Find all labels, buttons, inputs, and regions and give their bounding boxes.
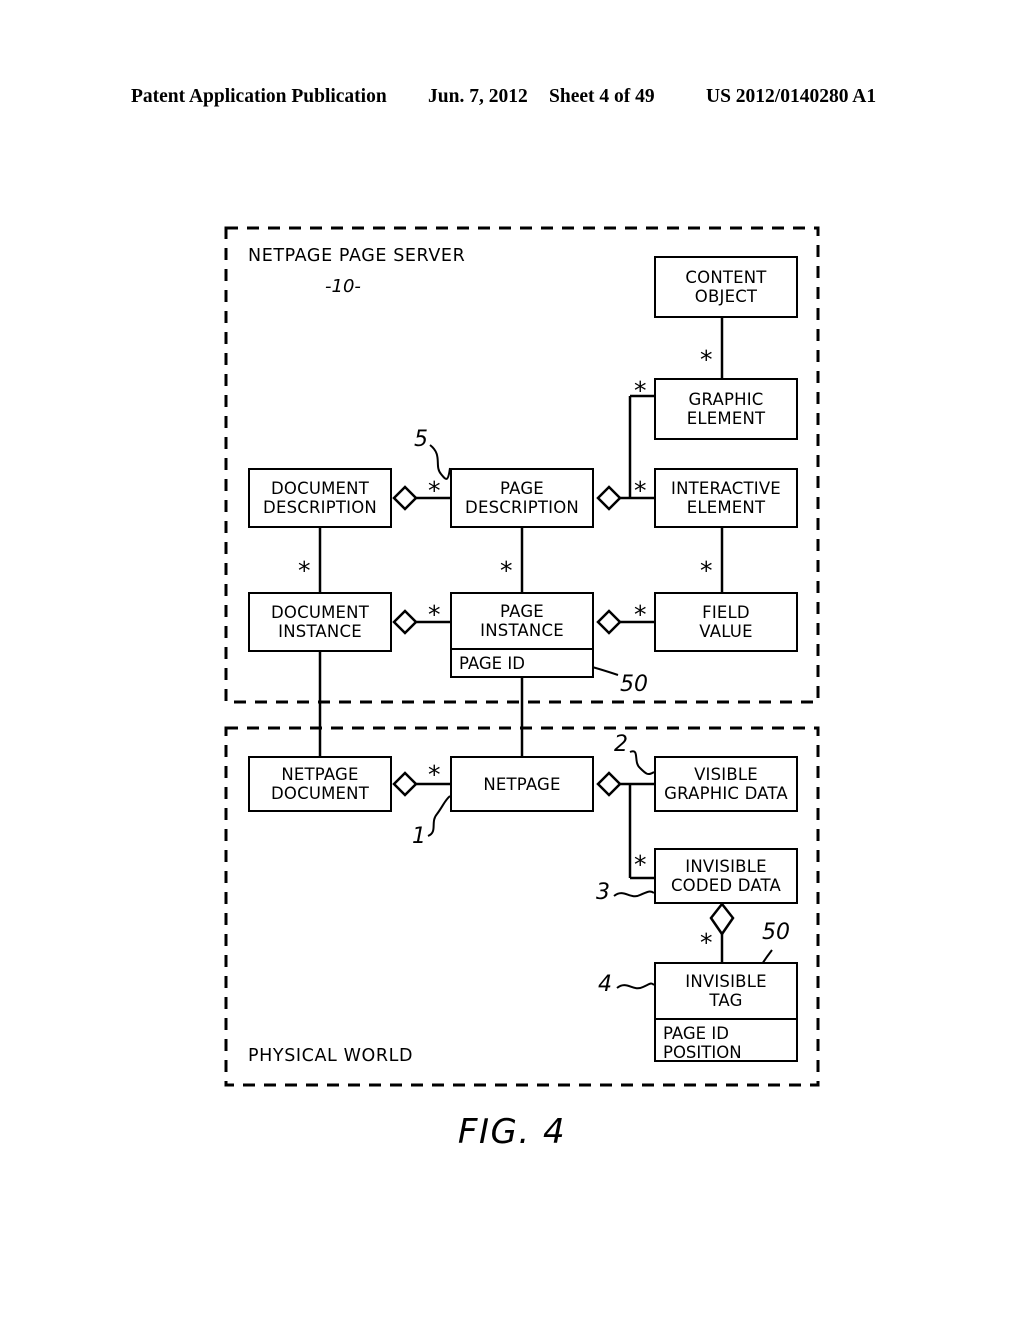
reference-numeral-invisible-coded-data: 3 [596, 880, 610, 905]
multiplicity-coded-to-tag: * [700, 928, 713, 957]
multiplicity-interactive-to-page-desc: * [634, 476, 647, 505]
container-sublabel-netpage-page-server: -10- [325, 276, 361, 297]
node-graphic-element[interactable]: GRAPHIC ELEMENT [654, 378, 798, 440]
diamond-document-desc [392, 485, 418, 511]
node-document-instance[interactable]: DOCUMENT INSTANCE [248, 592, 392, 652]
node-invisible-tag-title: INVISIBLE TAG [685, 972, 767, 1010]
node-graphic-element-title: GRAPHIC ELEMENT [686, 390, 766, 428]
node-page-description-title: PAGE DESCRIPTION [465, 479, 579, 517]
patent-figure-page: Patent Application Publication Jun. 7, 2… [0, 0, 1024, 1320]
multiplicity-content-to-graphic: * [700, 345, 713, 374]
diamond-document-instance [392, 609, 418, 635]
node-visible-graphic-data[interactable]: VISIBLE GRAPHIC DATA [654, 756, 798, 812]
node-content-object[interactable]: CONTENT OBJECT [654, 256, 798, 318]
multiplicity-doc-desc-to-doc-inst: * [298, 556, 311, 585]
reference-leaders [427, 444, 773, 1027]
reference-numeral-netpage: 1 [412, 824, 426, 849]
reference-numeral-page-id: 50 [620, 672, 648, 697]
node-page-instance[interactable]: PAGE INSTANCE PAGE ID [450, 592, 594, 678]
node-page-instance-title: PAGE INSTANCE [480, 602, 564, 640]
node-page-description[interactable]: PAGE DESCRIPTION [450, 468, 594, 528]
node-content-object-title: CONTENT OBJECT [685, 268, 767, 306]
node-interactive-element[interactable]: INTERACTIVE ELEMENT [654, 468, 798, 528]
node-invisible-coded-data[interactable]: INVISIBLE CODED DATA [654, 848, 798, 904]
leader-visible-graphic-data [629, 750, 655, 776]
node-interactive-element-title: INTERACTIVE ELEMENT [671, 479, 781, 517]
leader-netpage [427, 795, 451, 837]
multiplicity-page-desc-to-page-inst: * [500, 556, 513, 585]
reference-numeral-page-description: 5 [414, 427, 428, 452]
reference-numeral-tag-page-id: 50 [762, 920, 790, 945]
diamond-page-instance [596, 609, 622, 635]
diamond-invisible-coded-data [709, 901, 735, 937]
node-field-value[interactable]: FIELD VALUE [654, 592, 798, 652]
container-label-netpage-page-server: NETPAGE PAGE SERVER [248, 246, 466, 266]
node-page-instance-page-id: PAGE ID [452, 648, 592, 677]
node-netpage-document[interactable]: NETPAGE DOCUMENT [248, 756, 392, 812]
node-visible-graphic-data-title: VISIBLE GRAPHIC DATA [664, 765, 788, 803]
multiplicity-page-inst-to-field: * [634, 600, 647, 629]
diamond-netpage-document [392, 771, 418, 797]
diamond-netpage [596, 771, 622, 797]
reference-numeral-invisible-tag: 4 [598, 972, 612, 997]
leader-page-description [429, 444, 451, 480]
node-invisible-coded-data-title: INVISIBLE CODED DATA [670, 857, 782, 895]
multiplicity-interactive-to-field: * [700, 556, 713, 585]
multiplicity-graphic-to-page-desc: * [634, 376, 647, 405]
node-document-description[interactable]: DOCUMENT DESCRIPTION [248, 468, 392, 528]
node-field-value-title: FIELD VALUE [699, 603, 753, 641]
multiplicity-doc-desc-to-page-desc: * [428, 476, 441, 505]
reference-numeral-visible-graphic-data: 2 [614, 732, 628, 757]
multiplicity-netpage-doc-to-netpage: * [428, 760, 441, 789]
diamond-page-desc [596, 485, 622, 511]
node-document-instance-title: DOCUMENT INSTANCE [271, 603, 369, 641]
node-invisible-tag[interactable]: INVISIBLE TAG PAGE ID POSITION [654, 962, 798, 1062]
leader-invisible-tag [616, 982, 655, 990]
multiplicity-doc-inst-to-page-inst: * [428, 600, 441, 629]
node-invisible-tag-page-id-position: PAGE ID POSITION [656, 1018, 796, 1066]
node-document-description-title: DOCUMENT DESCRIPTION [263, 479, 377, 517]
leader-invisible-coded-data [613, 890, 655, 898]
node-netpage[interactable]: NETPAGE [450, 756, 594, 812]
node-netpage-document-title: NETPAGE DOCUMENT [271, 765, 369, 803]
node-netpage-title: NETPAGE [483, 774, 561, 794]
container-label-physical-world: PHYSICAL WORLD [248, 1046, 414, 1066]
figure-caption: FIG. 4 [457, 1112, 567, 1152]
multiplicity-netpage-to-invisible-coded: * [634, 850, 647, 879]
